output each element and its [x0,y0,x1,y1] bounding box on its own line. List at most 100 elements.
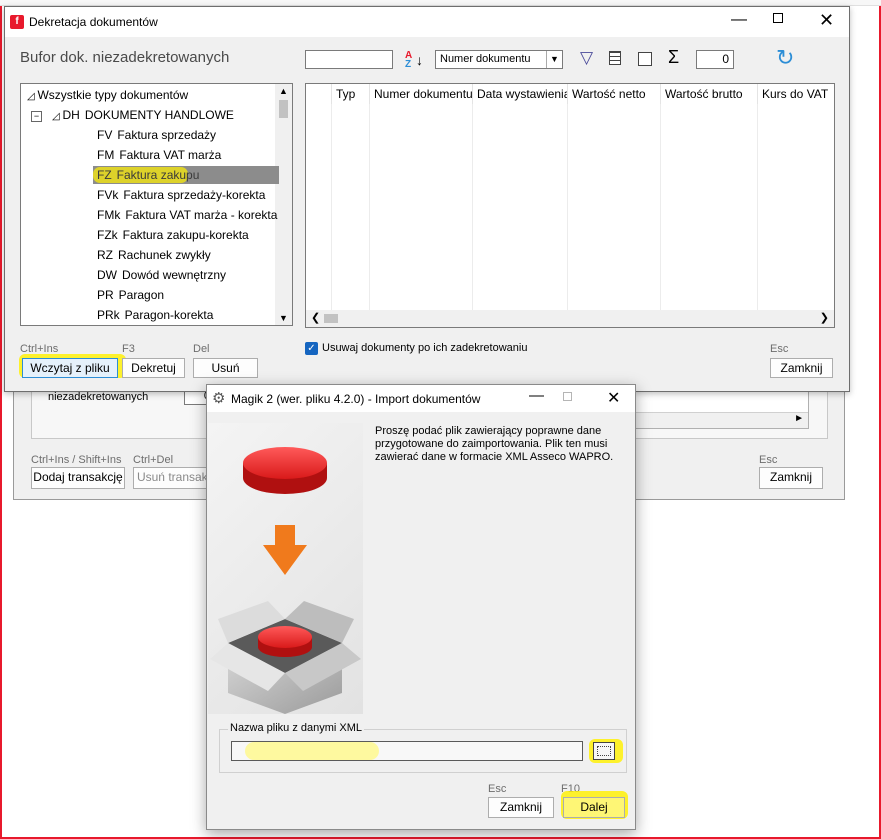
count-field: 0 [696,50,734,69]
scroll-left-icon[interactable]: ❮ [311,311,320,324]
xml-file-input[interactable] [231,741,583,761]
remove-after-decree-checkbox[interactable]: ✓ [305,342,318,355]
decree-button[interactable]: Dekretuj [122,358,185,378]
minimize-icon[interactable]: — [731,11,747,29]
column-header-data[interactable]: Data wystawienia [473,84,568,104]
scroll-up-icon[interactable]: ▲ [279,86,288,96]
dialog-close-button[interactable]: Zamknij [488,797,554,818]
tree-expand-icon[interactable]: ◿ [27,91,37,102]
tree-item[interactable]: FV Faktura sprzedaży [97,126,216,144]
document-type-tree: ▲ ▼ ◿ Wszystkie typy dokumentów − ◿ DH DOKU… [20,83,293,326]
dialog-close-icon[interactable]: ✕ [607,388,620,408]
file-group-label: Nazwa pliku z danymi XML [228,722,365,734]
column-lines [306,104,834,310]
tree-item-label: Faktura sprzedaży [117,128,217,142]
scroll-down-icon[interactable]: ▼ [279,313,288,323]
maximize-icon[interactable] [773,13,783,23]
dialog-titlebar: ⚙ Magik 2 (wer. pliku 4.2.0) - Import do… [207,385,635,412]
column-header-typ[interactable]: Typ [332,84,370,104]
tree-expand-icon: ◿ [52,111,63,122]
dialog-title: Magik 2 (wer. pliku 4.2.0) - Import doku… [231,392,481,406]
filter-icon[interactable]: ▽ [580,48,593,68]
close-hint: Esc [770,343,789,355]
dialog-minimize-icon[interactable]: — [529,387,544,404]
toolbar-checkbox[interactable] [638,52,652,66]
main-close-button[interactable]: Zamknij [770,358,833,378]
folder-icon [597,746,611,756]
tree-item[interactable]: PR Paragon [97,286,164,304]
column-header-brutto[interactable]: Wartość brutto [661,84,758,104]
tree-item[interactable]: PRk Paragon-korekta [97,306,213,324]
close-icon[interactable]: ✕ [819,10,834,31]
tree-collapse-icon[interactable]: − [31,111,42,122]
browse-button[interactable] [593,742,615,760]
column-header-numer[interactable]: Numer dokumentu [370,84,473,104]
app-logo-icon: f [10,15,24,29]
sum-icon[interactable]: Σ [668,47,679,68]
delete-button[interactable]: Usuń [193,358,258,378]
tree-item-code: FMk [97,208,121,222]
decree-hint: F3 [122,343,135,355]
tree-item-code: RZ [97,248,113,262]
dialog-description: Proszę podać plik zawierający poprawne d… [375,425,614,463]
sort-select[interactable]: Numer dokumentu ▼ [435,50,563,69]
refresh-icon[interactable]: ↻ [776,45,794,71]
tree-item-code: PRk [97,308,120,322]
tree-item-code: FVk [97,188,119,202]
tree-item-label: Faktura zakupu-korekta [122,228,249,242]
search-input[interactable] [305,50,393,69]
add-transaction-button[interactable]: Dodaj transakcję [31,467,125,489]
add-hint: Ctrl+Ins / Shift+Ins [31,454,122,466]
scroll-right-icon[interactable]: ► [794,413,804,424]
tree-item-label: DOKUMENTY HANDLOWE [84,108,234,122]
back-close-hint: Esc [759,454,778,466]
tree-item-label: Faktura VAT marża [119,148,222,162]
tree-item-code: FV [97,128,113,142]
load-hint: Ctrl+Ins [20,343,59,355]
import-illustration [208,423,363,714]
illustration-svg [210,447,361,714]
remove-after-decree-label: Usuwaj dokumenty po ich zadekretowaniu [322,342,528,354]
back-close-button[interactable]: Zamknij [759,467,823,489]
document-table: Typ Numer dokumentu Data wystawienia War… [305,83,835,328]
tree-item[interactable]: DW Dowód wewnętrzny [97,266,226,284]
tree-item-label: Dowód wewnętrzny [122,268,227,282]
sort-az-icon[interactable]: AZ [405,51,412,70]
main-window: f Dekretacja dokumentów — ✕ Bufor dok. n… [4,6,850,392]
tree-item-label: Faktura sprzedaży-korekta [123,188,266,202]
tree-item[interactable]: ◿ Wszystkie typy dokumentów [27,86,188,104]
tree-item-code: DH [62,108,80,122]
tree-item-label: Paragon-korekta [124,308,214,322]
tree-vscroll[interactable]: ▲ ▼ [275,84,292,325]
tree-item-label: Faktura zakupu [116,168,200,182]
next-button[interactable]: Dalej [563,797,625,818]
column-header-kurs[interactable]: Kurs do VAT [758,84,834,104]
tree-item-code: FZk [97,228,118,242]
tree-item-code: PR [97,288,114,302]
load-from-file-button[interactable]: Wczytaj z pliku [22,358,118,378]
tree-item[interactable]: FZk Faktura zakupu-korekta [97,226,249,244]
back-field-label: niezadekretowanych [48,391,149,403]
main-window-title: Dekretacja dokumentów [29,15,158,29]
scroll-right-icon[interactable]: ❯ [820,311,829,324]
table-scroll-thumb[interactable] [324,314,338,323]
tree-item[interactable]: − ◿ DH DOKUMENTY HANDLOWE [31,106,234,124]
gears-icon: ⚙ [212,390,226,407]
tree-item[interactable]: FZ Faktura zakupu [93,166,279,184]
tree-item-label: Faktura VAT marża - korekta [125,208,278,222]
table-hscroll[interactable]: ❮ ❯ [306,310,834,327]
dialog-close-hint: Esc [488,783,507,795]
section-title: Bufor dok. niezadekretowanych [20,49,230,66]
table-header: Typ Numer dokumentu Data wystawienia War… [306,84,834,104]
table-filter-icon[interactable] [609,51,621,65]
sort-arrow-icon: ↓ [416,52,423,68]
tree-scroll-thumb[interactable] [279,100,288,118]
tree-item[interactable]: RZ Rachunek zwykły [97,246,211,264]
tree-item[interactable]: FMk Faktura VAT marża - korekta [97,206,277,224]
tree-item-code: FZ [97,168,112,182]
tree-item[interactable]: FM Faktura VAT marża [97,146,221,164]
column-header-marker [306,84,332,104]
sort-select-value: Numer dokumentu [440,53,531,65]
column-header-netto[interactable]: Wartość netto [568,84,661,104]
tree-item[interactable]: FVk Faktura sprzedaży-korekta [97,186,265,204]
